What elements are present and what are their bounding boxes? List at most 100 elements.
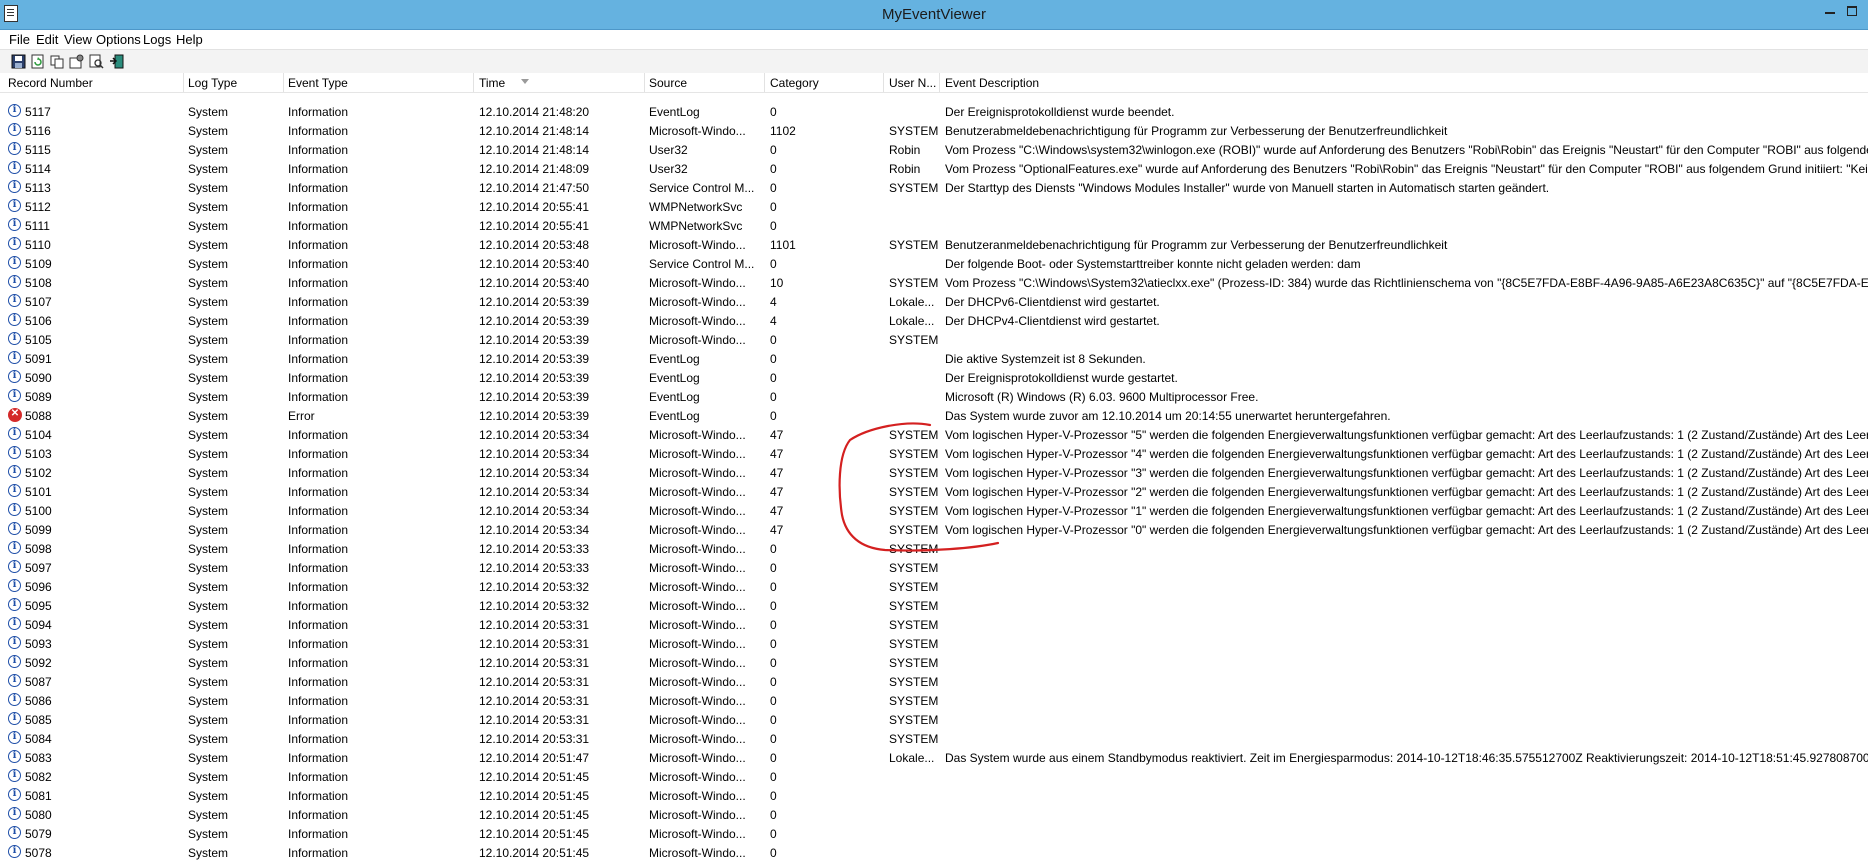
properties-icon[interactable] — [69, 54, 84, 69]
menu-edit[interactable]: Edit — [36, 32, 58, 47]
cell-log-type: System — [188, 732, 229, 746]
cell-category: 47 — [770, 523, 784, 537]
column-divider[interactable] — [473, 73, 474, 92]
event-list[interactable]: 5117 System Information 12.10.2014 21:48:20… — [0, 103, 1868, 860]
cell-event-description: Vom Prozess "C:\Windows\system32\winlogo… — [945, 143, 1868, 157]
table-row[interactable]: 5083 System Information 12.10.2014 20:51:47… — [0, 749, 1868, 768]
column-divider[interactable] — [644, 73, 645, 92]
cell-log-type: System — [188, 542, 229, 556]
column-divider[interactable] — [764, 73, 765, 92]
table-row[interactable]: 5113 System Information 12.10.2014 21:47:50… — [0, 179, 1868, 198]
table-row[interactable]: 5090 System Information 12.10.2014 20:53:39… — [0, 369, 1868, 388]
cell-source: WMPNetworkSvc — [649, 200, 743, 214]
table-row[interactable]: 5081 System Information 12.10.2014 20:51:45… — [0, 787, 1868, 806]
table-row[interactable]: 5104 System Information 12.10.2014 20:53:34… — [0, 426, 1868, 445]
table-row[interactable]: 5085 System Information 12.10.2014 20:53:31… — [0, 711, 1868, 730]
table-row[interactable]: 5105 System Information 12.10.2014 20:53:39… — [0, 331, 1868, 350]
table-row[interactable]: 5111 System Information 12.10.2014 20:55:41… — [0, 217, 1868, 236]
copy-icon[interactable] — [50, 54, 65, 69]
minimize-icon[interactable] — [1822, 4, 1838, 18]
cell-source: Microsoft-Windo... — [649, 789, 746, 803]
cell-record-number: 5084 — [25, 732, 52, 746]
menu-help[interactable]: Help — [176, 32, 203, 47]
table-row[interactable]: 5101 System Information 12.10.2014 20:53:34… — [0, 483, 1868, 502]
col-category[interactable]: Category — [770, 76, 819, 90]
col-event-description[interactable]: Event Description — [945, 76, 1039, 90]
table-row[interactable]: 5100 System Information 12.10.2014 20:53:34… — [0, 502, 1868, 521]
info-icon — [8, 750, 21, 763]
cell-category: 0 — [770, 143, 777, 157]
table-row[interactable]: 5102 System Information 12.10.2014 20:53:34… — [0, 464, 1868, 483]
info-icon — [8, 370, 21, 383]
menu-file[interactable]: File — [9, 32, 30, 47]
table-row[interactable]: 5109 System Information 12.10.2014 20:53:40… — [0, 255, 1868, 274]
cell-user-name: SYSTEM — [889, 523, 939, 537]
column-divider[interactable] — [883, 73, 884, 92]
table-row[interactable]: 5091 System Information 12.10.2014 20:53:39… — [0, 350, 1868, 369]
table-row[interactable]: 5112 System Information 12.10.2014 20:55:41… — [0, 198, 1868, 217]
table-row[interactable]: 5086 System Information 12.10.2014 20:53:31… — [0, 692, 1868, 711]
refresh-icon[interactable] — [30, 54, 45, 69]
save-icon[interactable] — [11, 54, 26, 69]
col-time[interactable]: Time — [479, 76, 505, 90]
cell-time: 12.10.2014 20:51:47 — [479, 751, 590, 765]
cell-log-type: System — [188, 504, 229, 518]
table-row[interactable]: 5107 System Information 12.10.2014 20:53:39… — [0, 293, 1868, 312]
table-row[interactable]: 5098 System Information 12.10.2014 20:53:33… — [0, 540, 1868, 559]
table-row[interactable]: 5089 System Information 12.10.2014 20:53:39… — [0, 388, 1868, 407]
info-icon — [8, 636, 21, 649]
column-divider[interactable] — [939, 73, 940, 92]
cell-record-number: 5092 — [25, 656, 52, 670]
col-source[interactable]: Source — [649, 76, 687, 90]
cell-category: 0 — [770, 181, 777, 195]
exit-icon[interactable] — [109, 54, 124, 69]
table-row[interactable]: 5117 System Information 12.10.2014 21:48:20… — [0, 103, 1868, 122]
cell-event-description: Vom logischen Hyper-V-Prozessor "4" werd… — [945, 447, 1868, 461]
table-row[interactable]: 5115 System Information 12.10.2014 21:48:14… — [0, 141, 1868, 160]
menu-logs[interactable]: Logs — [143, 32, 171, 47]
table-row[interactable]: 5078 System Information 12.10.2014 20:51:45… — [0, 844, 1868, 860]
table-row[interactable]: 5114 System Information 12.10.2014 21:48:09… — [0, 160, 1868, 179]
cell-time: 12.10.2014 20:53:33 — [479, 561, 590, 575]
cell-log-type: System — [188, 428, 229, 442]
table-row[interactable]: 5110 System Information 12.10.2014 20:53:48… — [0, 236, 1868, 255]
cell-time: 12.10.2014 20:53:31 — [479, 694, 590, 708]
table-row[interactable]: 5106 System Information 12.10.2014 20:53:39… — [0, 312, 1868, 331]
table-row[interactable]: 5096 System Information 12.10.2014 20:53:32… — [0, 578, 1868, 597]
menu-options[interactable]: Options — [96, 32, 141, 47]
cell-event-description: Vom logischen Hyper-V-Prozessor "2" werd… — [945, 485, 1868, 499]
table-row[interactable]: 5088 System Error 12.10.2014 20:53:39 EventL… — [0, 407, 1868, 426]
cell-category: 0 — [770, 789, 777, 803]
maximize-icon[interactable] — [1844, 4, 1860, 18]
table-row[interactable]: 5095 System Information 12.10.2014 20:53:32… — [0, 597, 1868, 616]
table-row[interactable]: 5087 System Information 12.10.2014 20:53:31… — [0, 673, 1868, 692]
table-row[interactable]: 5082 System Information 12.10.2014 20:51:45… — [0, 768, 1868, 787]
cell-source: Microsoft-Windo... — [649, 523, 746, 537]
table-row[interactable]: 5079 System Information 12.10.2014 20:51:45… — [0, 825, 1868, 844]
find-icon[interactable] — [89, 54, 104, 69]
column-divider[interactable] — [183, 73, 184, 92]
info-icon — [8, 503, 21, 516]
column-divider[interactable] — [283, 73, 284, 92]
cell-time: 12.10.2014 20:53:39 — [479, 314, 590, 328]
cell-log-type: System — [188, 675, 229, 689]
table-row[interactable]: 5084 System Information 12.10.2014 20:53:31… — [0, 730, 1868, 749]
col-user-name[interactable]: User N... — [889, 76, 936, 90]
table-row[interactable]: 5094 System Information 12.10.2014 20:53:31… — [0, 616, 1868, 635]
table-row[interactable]: 5080 System Information 12.10.2014 20:51:45… — [0, 806, 1868, 825]
table-row[interactable]: 5099 System Information 12.10.2014 20:53:34… — [0, 521, 1868, 540]
table-row[interactable]: 5116 System Information 12.10.2014 21:48:14… — [0, 122, 1868, 141]
col-event-type[interactable]: Event Type — [288, 76, 348, 90]
menu-view[interactable]: View — [64, 32, 92, 47]
cell-record-number: 5114 — [25, 162, 51, 176]
col-record-number[interactable]: Record Number — [8, 76, 93, 90]
table-row[interactable]: 5092 System Information 12.10.2014 20:53:31… — [0, 654, 1868, 673]
table-row[interactable]: 5093 System Information 12.10.2014 20:53:31… — [0, 635, 1868, 654]
table-row[interactable]: 5108 System Information 12.10.2014 20:53:40… — [0, 274, 1868, 293]
col-log-type[interactable]: Log Type — [188, 76, 237, 90]
table-row[interactable]: 5103 System Information 12.10.2014 20:53:34… — [0, 445, 1868, 464]
cell-user-name: Robin — [889, 143, 921, 157]
cell-time: 12.10.2014 21:48:14 — [479, 143, 590, 157]
cell-category: 0 — [770, 618, 777, 632]
table-row[interactable]: 5097 System Information 12.10.2014 20:53:33… — [0, 559, 1868, 578]
